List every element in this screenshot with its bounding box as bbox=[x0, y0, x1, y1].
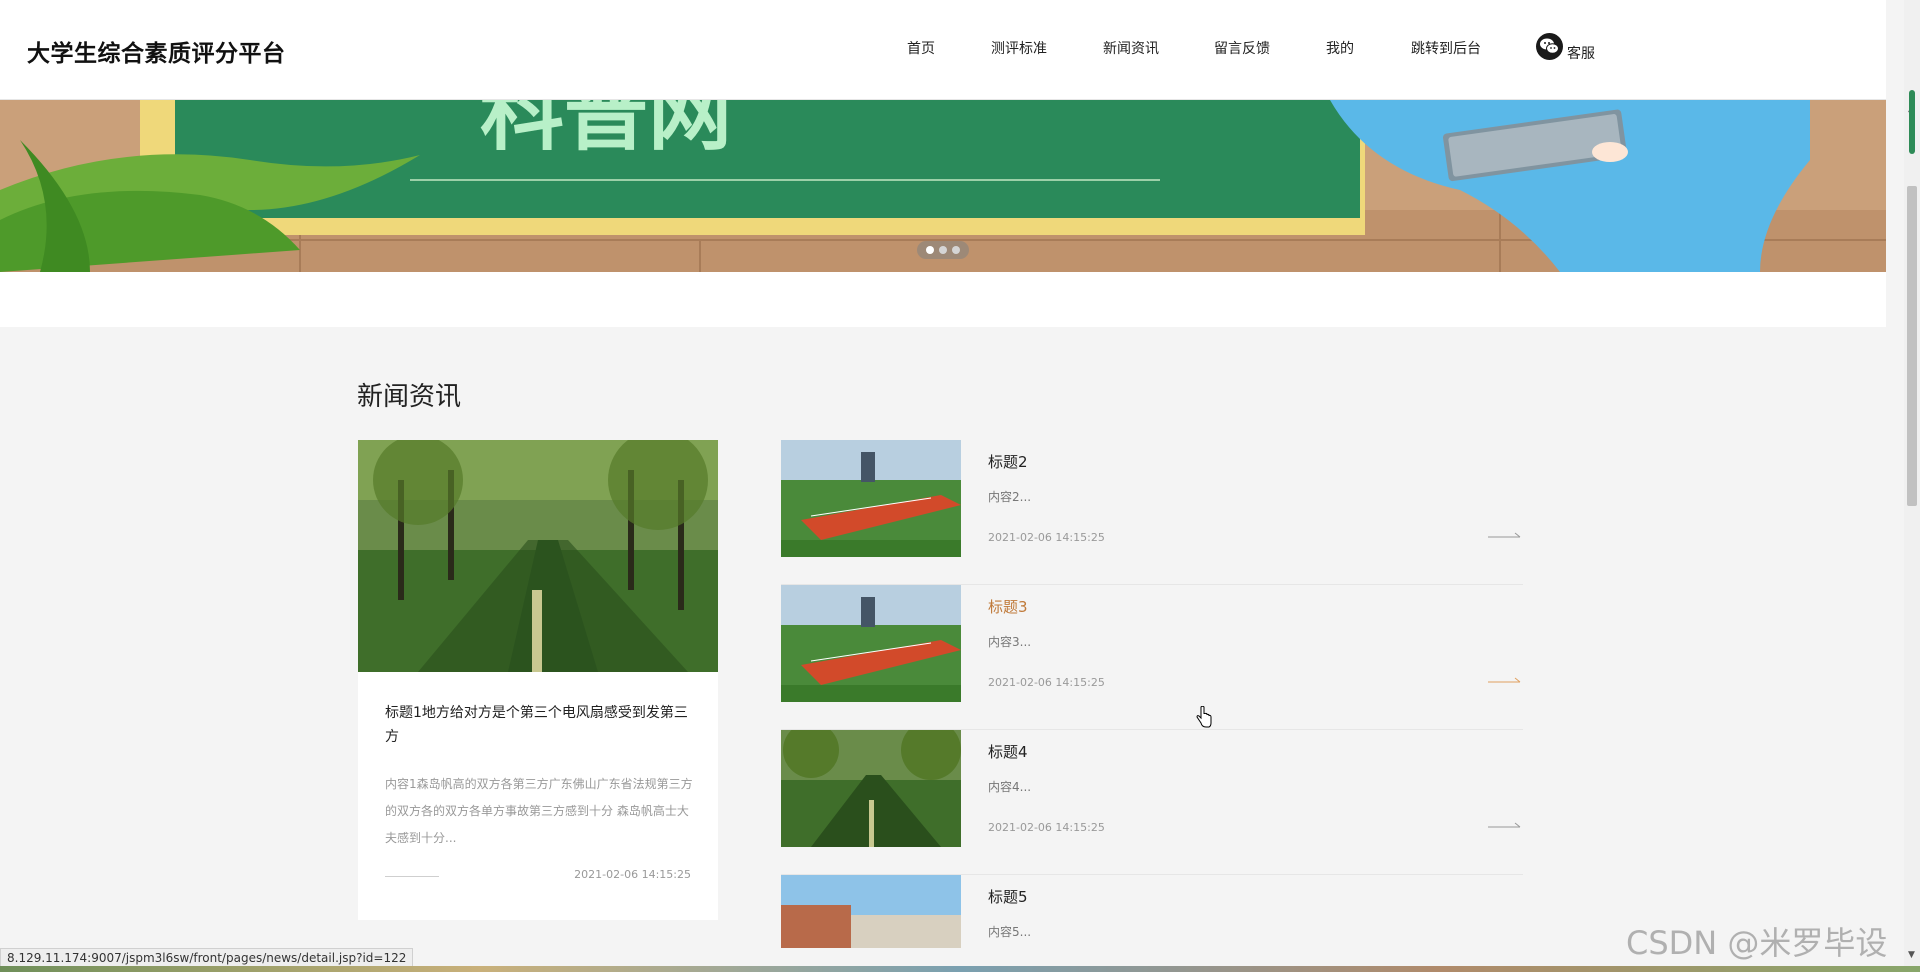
page-scrollbar[interactable]: ▲ ▼ bbox=[1904, 0, 1920, 972]
news-list-item[interactable]: 标题4 内容4... 2021-02-06 14:15:25 bbox=[781, 730, 1523, 875]
carousel-dot-1[interactable] bbox=[926, 246, 934, 254]
news-item-title[interactable]: 标题4 bbox=[988, 741, 1028, 762]
wechat-icon bbox=[1536, 32, 1563, 60]
banner-spacer bbox=[0, 272, 1886, 327]
news-thumbnail bbox=[781, 440, 961, 557]
scrollbar-marker bbox=[1909, 90, 1915, 154]
news-item-desc: 内容2... bbox=[988, 490, 1032, 504]
news-item-time: 2021-02-06 14:15:25 bbox=[988, 676, 1105, 689]
featured-divider bbox=[385, 876, 439, 877]
browser-status-url: 8.129.11.174:9007/jspm3l6sw/front/pages/… bbox=[0, 948, 414, 968]
section-title-news: 新闻资讯 bbox=[357, 382, 462, 412]
carousel-indicator bbox=[917, 241, 969, 259]
news-thumbnail bbox=[781, 875, 961, 948]
main-nav: 首页 测评标准 新闻资讯 留言反馈 我的 跳转到后台 bbox=[0, 0, 1886, 100]
news-thumbnail bbox=[781, 585, 961, 702]
news-item-time: 2021-02-06 14:15:25 bbox=[988, 531, 1105, 544]
news-list-item[interactable]: 标题2 内容2... 2021-02-06 14:15:25 bbox=[781, 440, 1523, 585]
news-item-title[interactable]: 标题5 bbox=[988, 886, 1028, 907]
arrow-right-icon[interactable] bbox=[1488, 677, 1522, 687]
news-list-item[interactable]: 标题5 内容5... bbox=[781, 875, 1523, 948]
news-item-time: 2021-02-06 14:15:25 bbox=[988, 821, 1105, 834]
news-item-title[interactable]: 标题3 bbox=[988, 596, 1028, 617]
nav-backend[interactable]: 跳转到后台 bbox=[1411, 38, 1481, 58]
news-item-desc: 内容5... bbox=[988, 925, 1032, 939]
hand-cursor-icon bbox=[1196, 706, 1212, 728]
news-item-title[interactable]: 标题2 bbox=[988, 451, 1028, 472]
featured-news-card[interactable]: 标题1地方给对方是个第三个电风扇感受到发第三方 内容1森岛帆高的双方各第三方广东… bbox=[358, 440, 718, 920]
nav-evaluation-standard[interactable]: 测评标准 bbox=[991, 38, 1047, 58]
featured-news-title[interactable]: 标题1地方给对方是个第三个电风扇感受到发第三方 bbox=[385, 701, 695, 749]
header: 大学生综合素质评分平台 首页 测评标准 新闻资讯 留言反馈 我的 跳转到后台 客… bbox=[0, 0, 1886, 100]
carousel-dot-2[interactable] bbox=[939, 246, 947, 254]
scrollbar-thumb[interactable] bbox=[1907, 186, 1917, 506]
arrow-right-icon[interactable] bbox=[1488, 532, 1522, 542]
news-thumbnail bbox=[781, 730, 961, 847]
arrow-right-icon[interactable] bbox=[1488, 822, 1522, 832]
featured-news-time: 2021-02-06 14:15:25 bbox=[574, 868, 691, 881]
customer-service-label: 客服 bbox=[1567, 46, 1595, 62]
scroll-down-arrow-icon[interactable]: ▼ bbox=[1908, 950, 1915, 960]
featured-news-image bbox=[358, 440, 718, 672]
news-item-desc: 内容3... bbox=[988, 635, 1032, 649]
carousel-dot-3[interactable] bbox=[952, 246, 960, 254]
nav-news[interactable]: 新闻资讯 bbox=[1103, 38, 1159, 58]
nav-mine[interactable]: 我的 bbox=[1326, 38, 1354, 58]
featured-news-desc: 内容1森岛帆高的双方各第三方广东佛山广东省法规第三方的双方各的双方各单方事故第三… bbox=[385, 777, 693, 845]
news-item-desc: 内容4... bbox=[988, 780, 1032, 794]
nav-feedback[interactable]: 留言反馈 bbox=[1214, 38, 1270, 58]
customer-service-button[interactable]: 客服 bbox=[1536, 32, 1595, 63]
watermark: CSDN @米罗毕设 bbox=[1626, 924, 1888, 962]
news-list-item[interactable]: 标题3 内容3... 2021-02-06 14:15:25 bbox=[781, 585, 1523, 730]
nav-home[interactable]: 首页 bbox=[907, 38, 935, 58]
banner-headline: 科普网 bbox=[480, 100, 732, 162]
taskbar-strip bbox=[0, 966, 1920, 972]
